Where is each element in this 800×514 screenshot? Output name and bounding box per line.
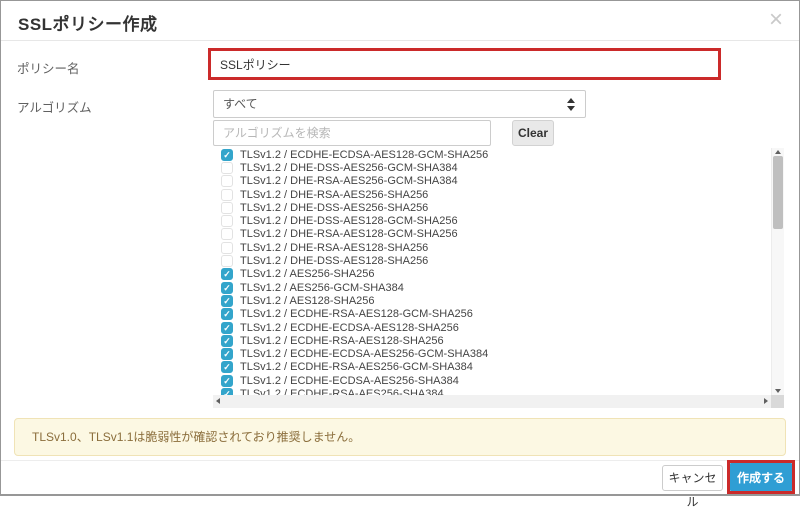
dialog-header: SSLポリシー作成 × [1,1,799,41]
algorithm-list-container: ✓ TLSv1.2 / ECDHE-ECDSA-AES128-GCM-SHA256… [213,148,784,408]
checkbox-unchecked-icon[interactable] [221,202,233,214]
algorithm-row[interactable]: ✓ TLSv1.2 / AES256-SHA256 [213,268,771,281]
scroll-right-icon[interactable] [764,398,768,404]
checkbox-unchecked-icon[interactable] [221,162,233,174]
tls-warning-text: TLSv1.0、TLSv1.1は脆弱性が確認されており推奨しません。 [32,419,360,456]
checkbox-checked-icon[interactable]: ✓ [221,388,233,395]
checkbox-checked-icon[interactable]: ✓ [221,308,233,320]
algorithm-row[interactable]: TLSv1.2 / DHE-DSS-AES256-SHA256 [213,201,771,214]
algorithm-item-label: TLSv1.2 / ECDHE-ECDSA-AES128-SHA256 [240,322,459,334]
algorithm-item-label: TLSv1.2 / ECDHE-ECDSA-AES128-GCM-SHA256 [240,149,488,161]
create-button-highlight: 作成する [727,460,795,494]
checkbox-unchecked-icon[interactable] [221,215,233,227]
create-button[interactable]: 作成する [730,463,792,491]
cancel-button[interactable]: キャンセル [662,465,723,491]
vertical-scrollbar-thumb[interactable] [773,156,783,229]
checkbox-unchecked-icon[interactable] [221,255,233,267]
scroll-up-icon[interactable] [775,150,781,154]
algorithm-item-label: TLSv1.2 / DHE-RSA-AES256-SHA256 [240,189,428,201]
checkbox-checked-icon[interactable]: ✓ [221,348,233,360]
checkbox-checked-icon[interactable]: ✓ [221,295,233,307]
algorithm-row[interactable]: TLSv1.2 / DHE-RSA-AES128-SHA256 [213,241,771,254]
scroll-left-icon[interactable] [216,398,220,404]
algorithm-item-label: TLSv1.2 / ECDHE-RSA-AES256-SHA384 [240,388,444,395]
algorithm-item-label: TLSv1.2 / AES128-SHA256 [240,295,375,307]
tls-warning-banner: TLSv1.0、TLSv1.1は脆弱性が確認されており推奨しません。 [14,418,786,456]
algorithm-row[interactable]: ✓ TLSv1.2 / ECDHE-ECDSA-AES256-SHA384 [213,374,771,387]
algorithm-list: ✓ TLSv1.2 / ECDHE-ECDSA-AES128-GCM-SHA256… [213,148,771,395]
algorithm-item-label: TLSv1.2 / AES256-SHA256 [240,268,375,280]
checkbox-checked-icon[interactable]: ✓ [221,361,233,373]
scroll-down-icon[interactable] [775,389,781,393]
checkbox-unchecked-icon[interactable] [221,242,233,254]
algorithm-row[interactable]: ✓ TLSv1.2 / ECDHE-RSA-AES256-GCM-SHA384 [213,361,771,374]
checkbox-unchecked-icon[interactable] [221,228,233,240]
algorithm-row[interactable]: ✓ TLSv1.2 / ECDHE-RSA-AES128-GCM-SHA256 [213,308,771,321]
algorithm-row[interactable]: TLSv1.2 / DHE-DSS-AES128-GCM-SHA256 [213,214,771,227]
algorithm-item-label: TLSv1.2 / DHE-RSA-AES256-GCM-SHA384 [240,175,458,187]
algorithm-item-label: TLSv1.2 / AES256-GCM-SHA384 [240,282,404,294]
algorithm-label: アルゴリズム [17,97,92,116]
algorithm-row[interactable]: TLSv1.2 / DHE-RSA-AES128-GCM-SHA256 [213,228,771,241]
algorithm-row[interactable]: TLSv1.2 / DHE-DSS-AES256-GCM-SHA384 [213,161,771,174]
algorithm-row[interactable]: ✓ TLSv1.2 / ECDHE-ECDSA-AES256-GCM-SHA384 [213,347,771,360]
algorithm-item-label: TLSv1.2 / ECDHE-RSA-AES128-GCM-SHA256 [240,308,473,320]
checkbox-checked-icon[interactable]: ✓ [221,149,233,161]
policy-name-highlight [208,48,721,80]
algorithm-row[interactable]: TLSv1.2 / DHE-DSS-AES128-SHA256 [213,254,771,267]
vertical-scrollbar[interactable] [771,148,784,395]
checkbox-checked-icon[interactable]: ✓ [221,375,233,387]
algorithm-row[interactable]: ✓ TLSv1.2 / AES256-GCM-SHA384 [213,281,771,294]
policy-name-label: ポリシー名 [17,58,80,77]
algorithm-item-label: TLSv1.2 / DHE-DSS-AES256-GCM-SHA384 [240,162,458,174]
algorithm-filter-selected-value: すべて [223,91,258,117]
algorithm-item-label: TLSv1.2 / DHE-DSS-AES128-GCM-SHA256 [240,215,458,227]
scrollbar-corner [771,395,784,408]
horizontal-scrollbar[interactable] [213,395,771,408]
checkbox-checked-icon[interactable]: ✓ [221,268,233,280]
clear-button[interactable]: Clear [512,120,554,146]
checkbox-checked-icon[interactable]: ✓ [221,335,233,347]
close-icon[interactable]: × [769,5,783,35]
algorithm-item-label: TLSv1.2 / ECDHE-ECDSA-AES256-GCM-SHA384 [240,348,488,360]
algorithm-row[interactable]: ✓ TLSv1.2 / AES128-SHA256 [213,294,771,307]
algorithm-item-label: TLSv1.2 / DHE-DSS-AES128-SHA256 [240,255,428,267]
policy-name-input[interactable] [211,51,718,77]
checkbox-unchecked-icon[interactable] [221,175,233,187]
algorithm-item-label: TLSv1.2 / DHE-RSA-AES128-SHA256 [240,242,428,254]
algorithm-item-label: TLSv1.2 / ECDHE-RSA-AES256-GCM-SHA384 [240,361,473,373]
algorithm-item-label: TLSv1.2 / ECDHE-ECDSA-AES256-SHA384 [240,375,459,387]
footer-divider [1,460,799,461]
dialog-title: SSLポリシー作成 [18,10,158,35]
select-updown-arrows-icon [567,98,575,111]
checkbox-checked-icon[interactable]: ✓ [221,282,233,294]
checkbox-unchecked-icon[interactable] [221,189,233,201]
algorithm-row[interactable]: ✓ TLSv1.2 / ECDHE-ECDSA-AES128-SHA256 [213,321,771,334]
algorithm-row[interactable]: ✓ TLSv1.2 / ECDHE-RSA-AES256-SHA384 [213,387,771,395]
algorithm-item-label: TLSv1.2 / ECDHE-RSA-AES128-SHA256 [240,335,444,347]
algorithm-row[interactable]: TLSv1.2 / DHE-RSA-AES256-GCM-SHA384 [213,175,771,188]
algorithm-row[interactable]: ✓ TLSv1.2 / ECDHE-ECDSA-AES128-GCM-SHA256 [213,148,771,161]
algorithm-filter-select[interactable]: すべて [213,90,586,118]
checkbox-checked-icon[interactable]: ✓ [221,322,233,334]
algorithm-row[interactable]: TLSv1.2 / DHE-RSA-AES256-SHA256 [213,188,771,201]
algorithm-item-label: TLSv1.2 / DHE-RSA-AES128-GCM-SHA256 [240,228,458,240]
algorithm-search-input[interactable] [213,120,491,146]
algorithm-item-label: TLSv1.2 / DHE-DSS-AES256-SHA256 [240,202,428,214]
algorithm-row[interactable]: ✓ TLSv1.2 / ECDHE-RSA-AES128-SHA256 [213,334,771,347]
create-ssl-policy-dialog: SSLポリシー作成 × ポリシー名 アルゴリズム すべて Clear ✓ TLSv… [0,0,800,496]
